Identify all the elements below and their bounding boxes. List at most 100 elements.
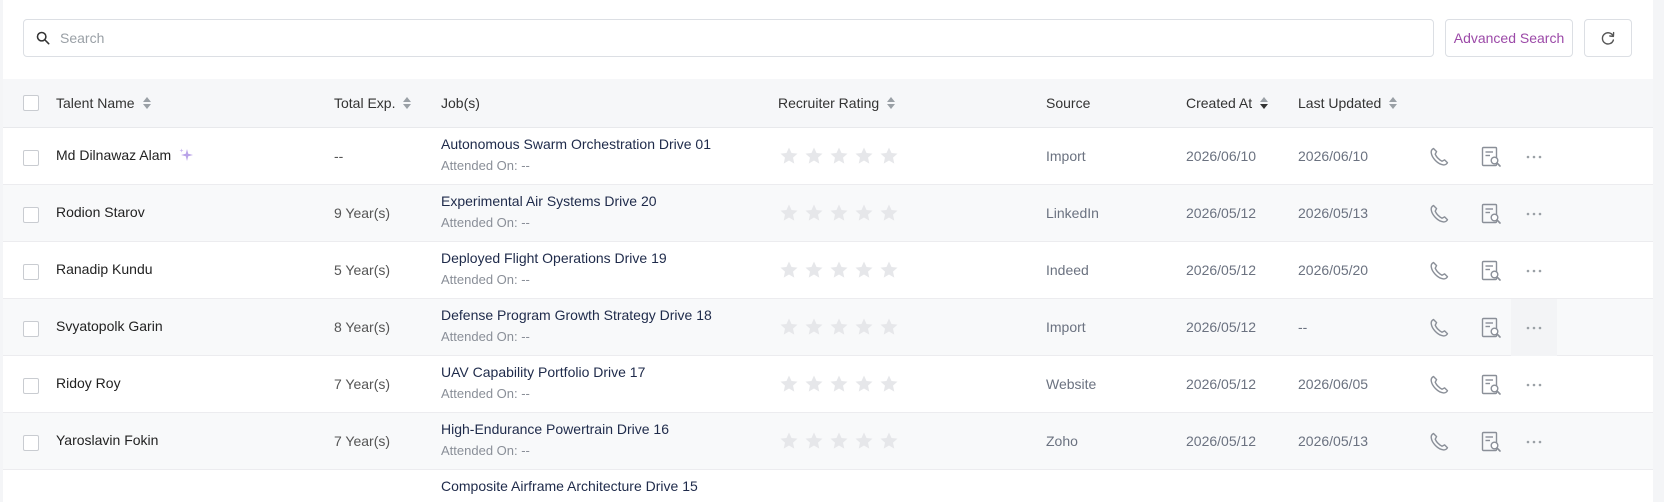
rating-stars[interactable]: [779, 317, 899, 337]
star-icon[interactable]: [779, 146, 799, 166]
sort-icon[interactable]: [142, 97, 151, 109]
talent-name[interactable]: Yaroslavin Fokin: [56, 432, 158, 448]
star-icon[interactable]: [854, 260, 874, 280]
star-icon[interactable]: [779, 260, 799, 280]
star-icon[interactable]: [854, 374, 874, 394]
talent-name[interactable]: Ridoy Roy: [56, 375, 121, 391]
call-button[interactable]: [1423, 128, 1455, 185]
table-row[interactable]: Composite Airframe Architecture Drive 15: [3, 470, 1653, 502]
resume-search-button[interactable]: [1475, 242, 1507, 299]
star-icon[interactable]: [879, 260, 899, 280]
talent-name[interactable]: Md Dilnawaz Alam: [56, 147, 171, 163]
star-icon[interactable]: [829, 374, 849, 394]
star-icon[interactable]: [804, 203, 824, 223]
star-icon[interactable]: [879, 317, 899, 337]
star-icon[interactable]: [829, 317, 849, 337]
sort-icon[interactable]: [887, 97, 896, 109]
star-icon[interactable]: [854, 317, 874, 337]
row-checkbox[interactable]: [23, 150, 39, 166]
rating-stars[interactable]: [779, 431, 899, 451]
talent-name[interactable]: Svyatopolk Garin: [56, 318, 163, 334]
sort-icon[interactable]: [1260, 97, 1269, 109]
header-recruiter-rating[interactable]: Recruiter Rating: [778, 79, 896, 127]
more-actions-button[interactable]: [1511, 413, 1557, 470]
rating-stars[interactable]: [779, 374, 899, 394]
star-icon[interactable]: [804, 260, 824, 280]
star-icon[interactable]: [829, 260, 849, 280]
row-checkbox[interactable]: [23, 264, 39, 280]
more-actions-button[interactable]: [1511, 128, 1557, 185]
rating-stars[interactable]: [779, 260, 899, 280]
star-icon[interactable]: [779, 317, 799, 337]
star-icon[interactable]: [829, 203, 849, 223]
job-link[interactable]: Deployed Flight Operations Drive 19: [441, 250, 667, 266]
more-horizontal-icon: [1526, 212, 1542, 215]
star-icon[interactable]: [829, 431, 849, 451]
table-row[interactable]: Ridoy Roy 7 Year(s) UAV Capability Portf…: [3, 356, 1653, 413]
call-button[interactable]: [1423, 356, 1455, 413]
star-icon[interactable]: [804, 317, 824, 337]
rating-stars[interactable]: [779, 203, 899, 223]
rating-stars[interactable]: [779, 146, 899, 166]
sparkle-icon: [179, 148, 194, 161]
search-input[interactable]: [58, 29, 1433, 47]
more-actions-button[interactable]: [1511, 356, 1557, 413]
star-icon[interactable]: [854, 203, 874, 223]
sort-icon[interactable]: [403, 97, 412, 109]
talent-name[interactable]: Rodion Starov: [56, 204, 145, 220]
star-icon[interactable]: [804, 374, 824, 394]
resume-search-button[interactable]: [1475, 185, 1507, 242]
table-row[interactable]: Svyatopolk Garin 8 Year(s) Defense Progr…: [3, 299, 1653, 356]
header-talent-name[interactable]: Talent Name: [56, 79, 151, 127]
search-box[interactable]: [23, 19, 1434, 57]
attended-on: Attended On: --: [441, 215, 530, 230]
call-button[interactable]: [1423, 242, 1455, 299]
job-link[interactable]: Experimental Air Systems Drive 20: [441, 193, 657, 209]
header-last-updated[interactable]: Last Updated: [1298, 79, 1398, 127]
call-button[interactable]: [1423, 185, 1455, 242]
refresh-button[interactable]: [1584, 19, 1632, 57]
select-all-checkbox[interactable]: [23, 95, 39, 111]
header-total-exp[interactable]: Total Exp.: [334, 79, 412, 127]
more-actions-button[interactable]: [1511, 185, 1557, 242]
job-link[interactable]: Composite Airframe Architecture Drive 15: [441, 478, 698, 494]
more-actions-button[interactable]: [1511, 242, 1557, 299]
resume-search-button[interactable]: [1475, 413, 1507, 470]
call-button[interactable]: [1423, 413, 1455, 470]
job-link[interactable]: Defense Program Growth Strategy Drive 18: [441, 307, 712, 323]
resume-search-icon: [1481, 203, 1501, 224]
star-icon[interactable]: [879, 374, 899, 394]
row-checkbox[interactable]: [23, 435, 39, 451]
call-button[interactable]: [1423, 299, 1455, 356]
resume-search-button[interactable]: [1475, 128, 1507, 185]
star-icon[interactable]: [879, 146, 899, 166]
resume-search-button[interactable]: [1475, 299, 1507, 356]
star-icon[interactable]: [779, 203, 799, 223]
table-row[interactable]: Rodion Starov 9 Year(s) Experimental Air…: [3, 185, 1653, 242]
job-link[interactable]: UAV Capability Portfolio Drive 17: [441, 364, 645, 380]
advanced-search-button[interactable]: Advanced Search: [1445, 19, 1573, 57]
talent-name[interactable]: Ranadip Kundu: [56, 261, 153, 277]
star-icon[interactable]: [854, 431, 874, 451]
row-checkbox[interactable]: [23, 207, 39, 223]
table-row[interactable]: Ranadip Kundu 5 Year(s) Deployed Flight …: [3, 242, 1653, 299]
job-link[interactable]: Autonomous Swarm Orchestration Drive 01: [441, 136, 711, 152]
last-updated: 2026/05/13: [1298, 433, 1369, 449]
star-icon[interactable]: [879, 431, 899, 451]
star-icon[interactable]: [829, 146, 849, 166]
star-icon[interactable]: [804, 431, 824, 451]
table-row[interactable]: Yaroslavin Fokin 7 Year(s) High-Enduranc…: [3, 413, 1653, 470]
more-actions-button[interactable]: [1511, 299, 1557, 356]
resume-search-button[interactable]: [1475, 356, 1507, 413]
star-icon[interactable]: [854, 146, 874, 166]
sort-icon[interactable]: [1389, 97, 1398, 109]
star-icon[interactable]: [779, 431, 799, 451]
star-icon[interactable]: [804, 146, 824, 166]
star-icon[interactable]: [879, 203, 899, 223]
row-checkbox[interactable]: [23, 378, 39, 394]
table-row[interactable]: Md Dilnawaz Alam -- Autonomous Swarm Orc…: [3, 128, 1653, 185]
job-link[interactable]: High-Endurance Powertrain Drive 16: [441, 421, 669, 437]
row-checkbox[interactable]: [23, 321, 39, 337]
header-created-at[interactable]: Created At: [1186, 79, 1269, 127]
star-icon[interactable]: [779, 374, 799, 394]
